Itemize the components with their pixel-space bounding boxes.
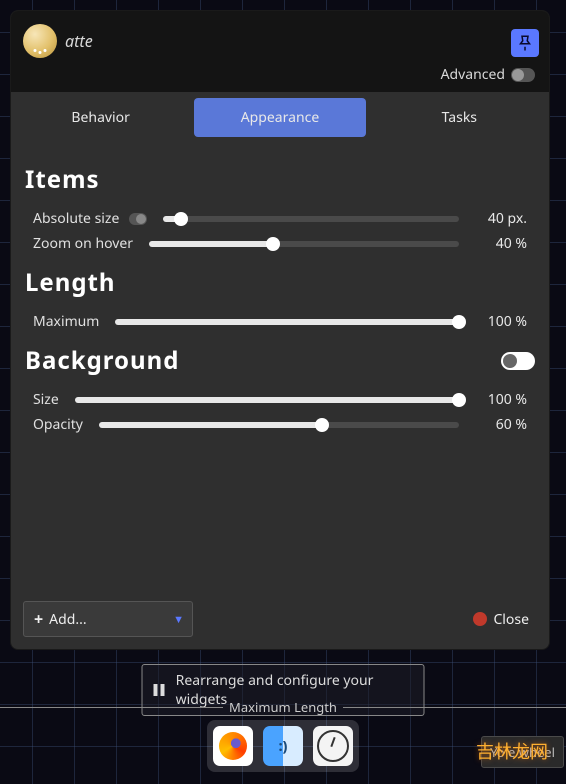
tab-appearance[interactable]: Appearance <box>194 98 365 137</box>
section-length-title: Length <box>25 266 535 299</box>
bg-opacity-label: Opacity <box>33 415 83 434</box>
bg-size-slider[interactable] <box>75 397 459 403</box>
add-label: Add... <box>49 610 86 629</box>
plus-icon: + <box>34 608 43 630</box>
app-name: atte <box>65 30 93 52</box>
dialog-footer: + Add... ▼ Close <box>11 591 549 649</box>
dock-finder-icon[interactable] <box>263 726 303 766</box>
app-logo-icon <box>23 24 57 58</box>
absolute-size-value: 40 px. <box>475 209 527 228</box>
dock <box>207 720 359 772</box>
advanced-toggle[interactable] <box>511 68 535 82</box>
zoom-on-hover-value: 40 % <box>475 234 527 253</box>
tab-behavior[interactable]: Behavior <box>15 98 186 137</box>
section-items-title: Items <box>25 163 535 196</box>
close-label: Close <box>493 610 529 629</box>
bg-opacity-value: 60 % <box>475 415 527 434</box>
absolute-size-slider[interactable] <box>163 216 459 222</box>
max-length-indicator: Maximum Length <box>0 698 566 716</box>
dialog-header: atte Advanced <box>11 11 549 92</box>
pin-button[interactable] <box>511 29 539 57</box>
max-length-label: Maximum Length <box>223 698 343 716</box>
maximum-slider[interactable] <box>115 319 459 325</box>
tab-tasks[interactable]: Tasks <box>374 98 545 137</box>
pin-icon <box>516 34 534 52</box>
background-toggle[interactable] <box>501 352 535 370</box>
maximum-label: Maximum <box>33 312 99 331</box>
close-button[interactable]: Close <box>465 604 537 635</box>
close-icon <box>473 612 487 626</box>
advanced-label: Advanced <box>441 65 505 84</box>
settings-dialog: atte Advanced Behavior Appearance Tasks … <box>10 10 550 650</box>
pause-icon <box>153 683 166 697</box>
zoom-on-hover-slider[interactable] <box>149 241 459 247</box>
section-background-title: Background <box>25 344 179 377</box>
watermark: 吉林龙网 <box>476 738 548 764</box>
bg-size-value: 100 % <box>475 390 527 409</box>
zoom-on-hover-label: Zoom on hover <box>33 234 133 253</box>
tabs: Behavior Appearance Tasks <box>11 92 549 149</box>
dock-firefox-icon[interactable] <box>213 726 253 766</box>
maximum-value: 100 % <box>475 312 527 331</box>
absolute-size-label: Absolute size <box>33 209 119 228</box>
dock-clock-icon[interactable] <box>313 726 353 766</box>
chevron-down-icon: ▼ <box>173 612 184 627</box>
bg-size-label: Size <box>33 390 59 409</box>
bg-opacity-slider[interactable] <box>99 422 459 428</box>
dialog-body: Items Absolute size 40 px. Zoom on hover… <box>11 149 549 591</box>
absolute-size-toggle[interactable] <box>129 213 147 225</box>
add-button[interactable]: + Add... ▼ <box>23 601 193 637</box>
